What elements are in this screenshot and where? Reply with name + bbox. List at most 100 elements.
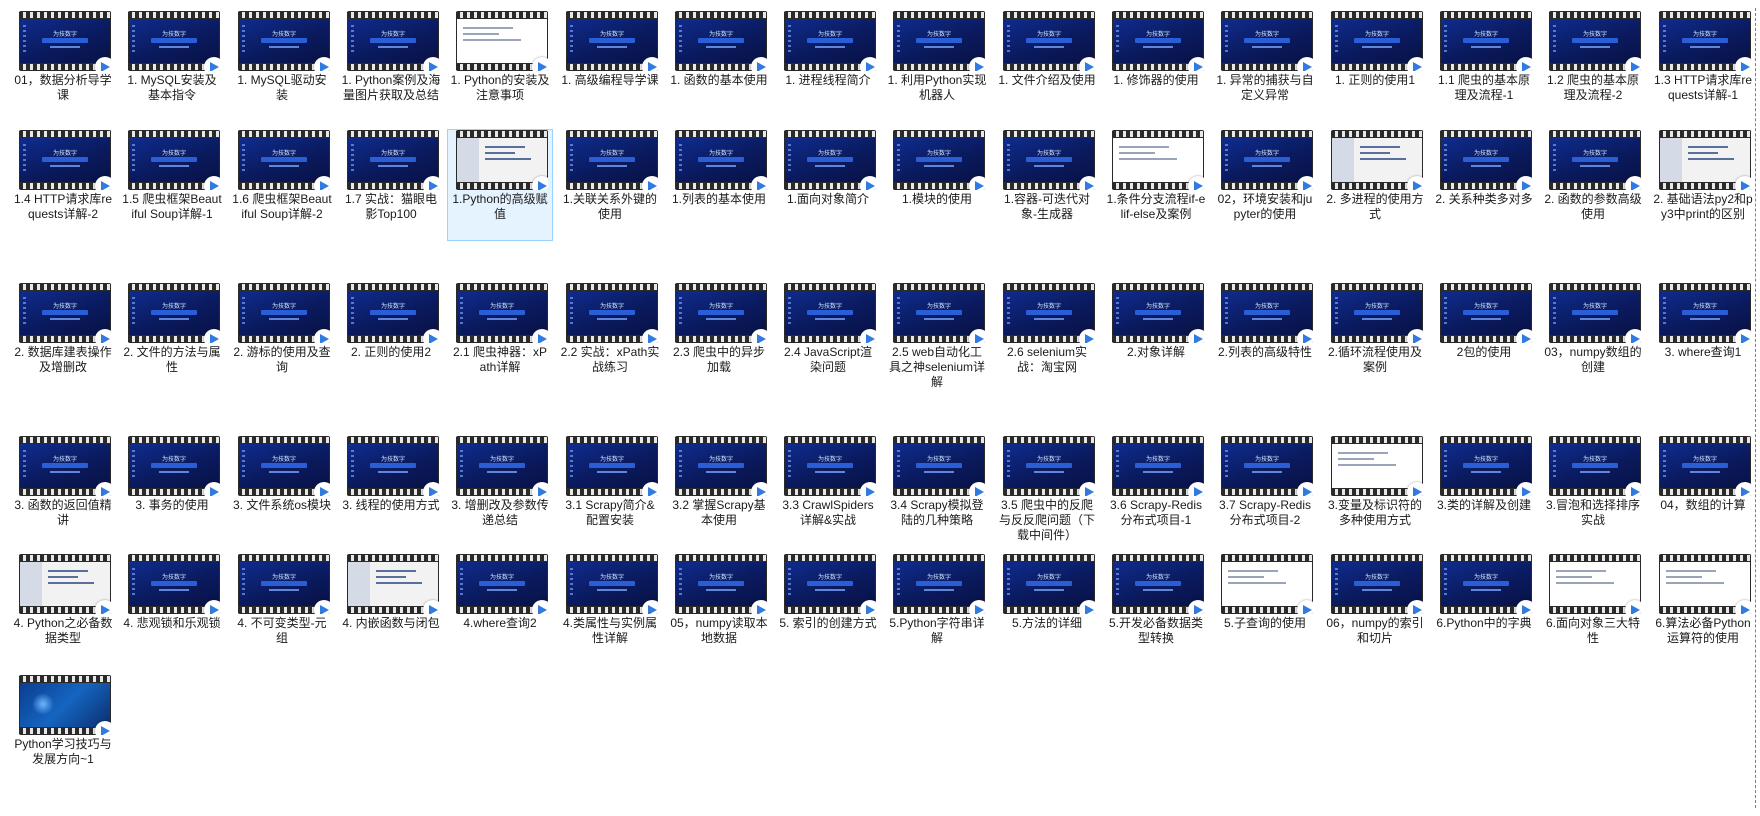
video-file-item[interactable]: 为技数字 3. 文件系统os模块 [229, 435, 335, 547]
video-file-item[interactable]: 为技数字 6.Python中的字典 [1431, 553, 1537, 665]
file-name-label: 04，数组的计算 [1660, 498, 1746, 512]
video-thumbnail: 为技数字 [347, 11, 439, 71]
video-file-item[interactable]: 1.条件分支流程if-elif-else及案例 [1103, 129, 1209, 241]
slide-preview: 为技数字 [785, 291, 875, 335]
video-file-item[interactable]: 为技数字 1.2 爬虫的基本原理及流程-2 [1540, 10, 1646, 122]
video-file-item[interactable]: 2. 基础语法py2和py3中print的区别 [1650, 129, 1756, 241]
video-file-item[interactable]: 为技数字 1. 正则的使用1 [1322, 10, 1428, 122]
video-file-item[interactable]: 为技数字 2.4 JavaScript渲染问题 [775, 282, 881, 394]
video-file-item[interactable]: 为技数字 3.4 Scrapy模拟登陆的几种策略 [884, 435, 990, 547]
video-file-item[interactable]: 为技数字 2包的使用 [1431, 282, 1537, 394]
play-icon [751, 482, 767, 496]
video-file-item[interactable]: 为技数字 2. 关系种类多对多 [1431, 129, 1537, 241]
video-file-item[interactable]: 为技数字 2.5 web自动化工具之神selenium详解 [884, 282, 990, 394]
play-icon [1407, 482, 1423, 496]
video-file-item[interactable]: 为技数字 1. MySQL安装及基本指令 [119, 10, 225, 122]
video-file-item[interactable]: 为技数字 1. 高级编程导学课 [557, 10, 663, 122]
video-file-item[interactable]: 为技数字 1.关联关系外键的使用 [557, 129, 663, 241]
play-icon [1297, 176, 1313, 190]
video-file-item[interactable]: Python学习技巧与发展方向~1 [10, 674, 116, 786]
video-file-item[interactable]: 为技数字 3. 事务的使用 [119, 435, 225, 547]
video-file-item[interactable]: 为技数字 3. where查询1 [1650, 282, 1756, 394]
video-file-item[interactable]: 为技数字 1.列表的基本使用 [666, 129, 772, 241]
video-file-item[interactable]: 为技数字 1.3 HTTP请求库requests详解-1 [1650, 10, 1756, 122]
video-file-item[interactable]: 为技数字 1.面向对象简介 [775, 129, 881, 241]
slide-preview: 为技数字 [785, 138, 875, 182]
video-file-item[interactable]: 为技数字 2.6 selenium实战：淘宝网 [994, 282, 1100, 394]
video-file-item[interactable]: 3.变量及标识符的多种使用方式 [1322, 435, 1428, 547]
video-file-item[interactable]: 为技数字 1.7 实战：猫眼电影Top100 [338, 129, 444, 241]
video-file-item[interactable]: 为技数字 1.4 HTTP请求库requests详解-2 [10, 129, 116, 241]
video-file-item[interactable]: 为技数字 02，环境安装和jupyter的使用 [1212, 129, 1318, 241]
video-file-item[interactable]: 为技数字 1. 修饰器的使用 [1103, 10, 1209, 122]
video-file-item[interactable]: 2. 多进程的使用方式 [1322, 129, 1428, 241]
video-file-item[interactable]: 为技数字 03，numpy数组的创建 [1540, 282, 1646, 394]
video-file-item[interactable]: 为技数字 01，数据分析导学课 [10, 10, 116, 122]
video-file-item[interactable]: 为技数字 04，数组的计算 [1650, 435, 1756, 547]
video-file-item[interactable]: 为技数字 3.6 Scrapy-Redis分布式项目-1 [1103, 435, 1209, 547]
video-file-item[interactable]: 为技数字 3.3 CrawlSpiders详解&实战 [775, 435, 881, 547]
video-file-item[interactable]: 为技数字 3.类的详解及创建 [1431, 435, 1537, 547]
video-file-item[interactable]: 为技数字 2.3 爬虫中的异步加载 [666, 282, 772, 394]
video-file-item[interactable]: 6.算法必备Python运算符的使用 [1650, 553, 1756, 665]
video-file-item[interactable]: 为技数字 2.对象详解 [1103, 282, 1209, 394]
video-file-item[interactable]: 为技数字 1.5 爬虫框架Beautiful Soup详解-1 [119, 129, 225, 241]
play-icon [642, 482, 658, 496]
video-file-item[interactable]: 为技数字 3.冒泡和选择排序实战 [1540, 435, 1646, 547]
video-file-item[interactable]: 为技数字 2.1 爬虫神器：xPath详解 [447, 282, 553, 394]
video-file-item[interactable]: 为技数字 06，numpy的索引和切片 [1322, 553, 1428, 665]
video-file-item[interactable]: 为技数字 2. 数据库建表操作及增删改 [10, 282, 116, 394]
video-file-item[interactable]: 为技数字 1.1 爬虫的基本原理及流程-1 [1431, 10, 1537, 122]
video-file-item[interactable]: 为技数字 2.循环流程使用及案例 [1322, 282, 1428, 394]
thumb-logo-text: 为技数字 [380, 304, 405, 310]
video-file-item[interactable]: 为技数字 1.6 爬虫框架Beautiful Soup详解-2 [229, 129, 335, 241]
video-file-item[interactable]: 为技数字 2.2 实战：xPath实战练习 [557, 282, 663, 394]
file-name-label: 2.4 JavaScript渲染问题 [783, 345, 873, 374]
video-file-item[interactable]: 为技数字 1. 利用Python实现机器人 [884, 10, 990, 122]
slide-preview: 为技数字 [20, 19, 110, 63]
video-file-item[interactable]: 为技数字 3.2 掌握Scrapy基本使用 [666, 435, 772, 547]
file-name-label: 3. where查询1 [1664, 345, 1742, 359]
video-file-item[interactable]: 4. 内嵌函数与闭包 [338, 553, 444, 665]
video-file-item[interactable]: 为技数字 2. 函数的参数高级使用 [1540, 129, 1646, 241]
video-file-item[interactable]: 为技数字 2. 文件的方法与属性 [119, 282, 225, 394]
video-file-item[interactable]: 5.子查询的使用 [1212, 553, 1318, 665]
video-file-item[interactable]: 6.面向对象三大特性 [1540, 553, 1646, 665]
video-file-item[interactable]: 为技数字 1. 文件介绍及使用 [994, 10, 1100, 122]
video-file-item[interactable]: 1.Python的高级赋值 [447, 129, 553, 241]
video-file-item[interactable]: 为技数字 3.5 爬虫中的反爬与反反爬问题（下载中间件） [994, 435, 1100, 547]
video-file-item[interactable]: 为技数字 3. 函数的返回值精讲 [10, 435, 116, 547]
video-file-item[interactable]: 为技数字 4.where查询2 [447, 553, 553, 665]
file-name-label: 2包的使用 [1456, 345, 1512, 359]
video-file-item[interactable]: 为技数字 5.开发必备数据类型转换 [1103, 553, 1209, 665]
file-name-label: 1.面向对象简介 [786, 192, 869, 206]
video-file-item[interactable]: 1. Python的安装及注意事项 [447, 10, 553, 122]
video-file-item[interactable]: 为技数字 2. 正则的使用2 [338, 282, 444, 394]
video-thumbnail: 为技数字 [566, 283, 658, 343]
video-file-item[interactable]: 为技数字 5. 索引的创建方式 [775, 553, 881, 665]
video-file-item[interactable]: 为技数字 5.方法的详细 [994, 553, 1100, 665]
video-file-item[interactable]: 为技数字 1. 异常的捕获与自定义异常 [1212, 10, 1318, 122]
video-file-item[interactable]: 为技数字 1. MySQL驱动安装 [229, 10, 335, 122]
video-file-item[interactable]: 为技数字 5.Python字符串详解 [884, 553, 990, 665]
video-file-item[interactable]: 为技数字 3. 线程的使用方式 [338, 435, 444, 547]
video-file-item[interactable]: 为技数字 3.1 Scrapy简介&配置安装 [557, 435, 663, 547]
video-file-item[interactable]: 为技数字 05，numpy读取本地数据 [666, 553, 772, 665]
video-file-item[interactable]: 为技数字 3. 增删改及参数传递总结 [447, 435, 553, 547]
video-file-item[interactable]: 为技数字 1.模块的使用 [884, 129, 990, 241]
file-name-label: 1.5 爬虫框架Beautiful Soup详解-1 [122, 192, 222, 221]
video-file-item[interactable]: 为技数字 1.容器-可迭代对象-生成器 [994, 129, 1100, 241]
video-file-item[interactable]: 为技数字 4. 不可变类型-元组 [229, 553, 335, 665]
play-icon [1735, 329, 1751, 343]
video-file-item[interactable]: 为技数字 4.类属性与实例属性详解 [557, 553, 663, 665]
video-file-item[interactable]: 4. Python之必备数据类型 [10, 553, 116, 665]
video-file-item[interactable]: 为技数字 4. 悲观锁和乐观锁 [119, 553, 225, 665]
video-file-item[interactable]: 为技数字 3.7 Scrapy-Redis分布式项目-2 [1212, 435, 1318, 547]
thumb-logo-text: 为技数字 [1145, 32, 1170, 38]
video-file-item[interactable]: 为技数字 2.列表的高级特性 [1212, 282, 1318, 394]
play-icon [1079, 600, 1095, 614]
video-file-item[interactable]: 为技数字 1. 进程线程简介 [775, 10, 881, 122]
video-file-item[interactable]: 为技数字 1. Python案例及海量图片获取及总结 [338, 10, 444, 122]
video-file-item[interactable]: 为技数字 2. 游标的使用及查询 [229, 282, 335, 394]
video-file-item[interactable]: 为技数字 1. 函数的基本使用 [666, 10, 772, 122]
